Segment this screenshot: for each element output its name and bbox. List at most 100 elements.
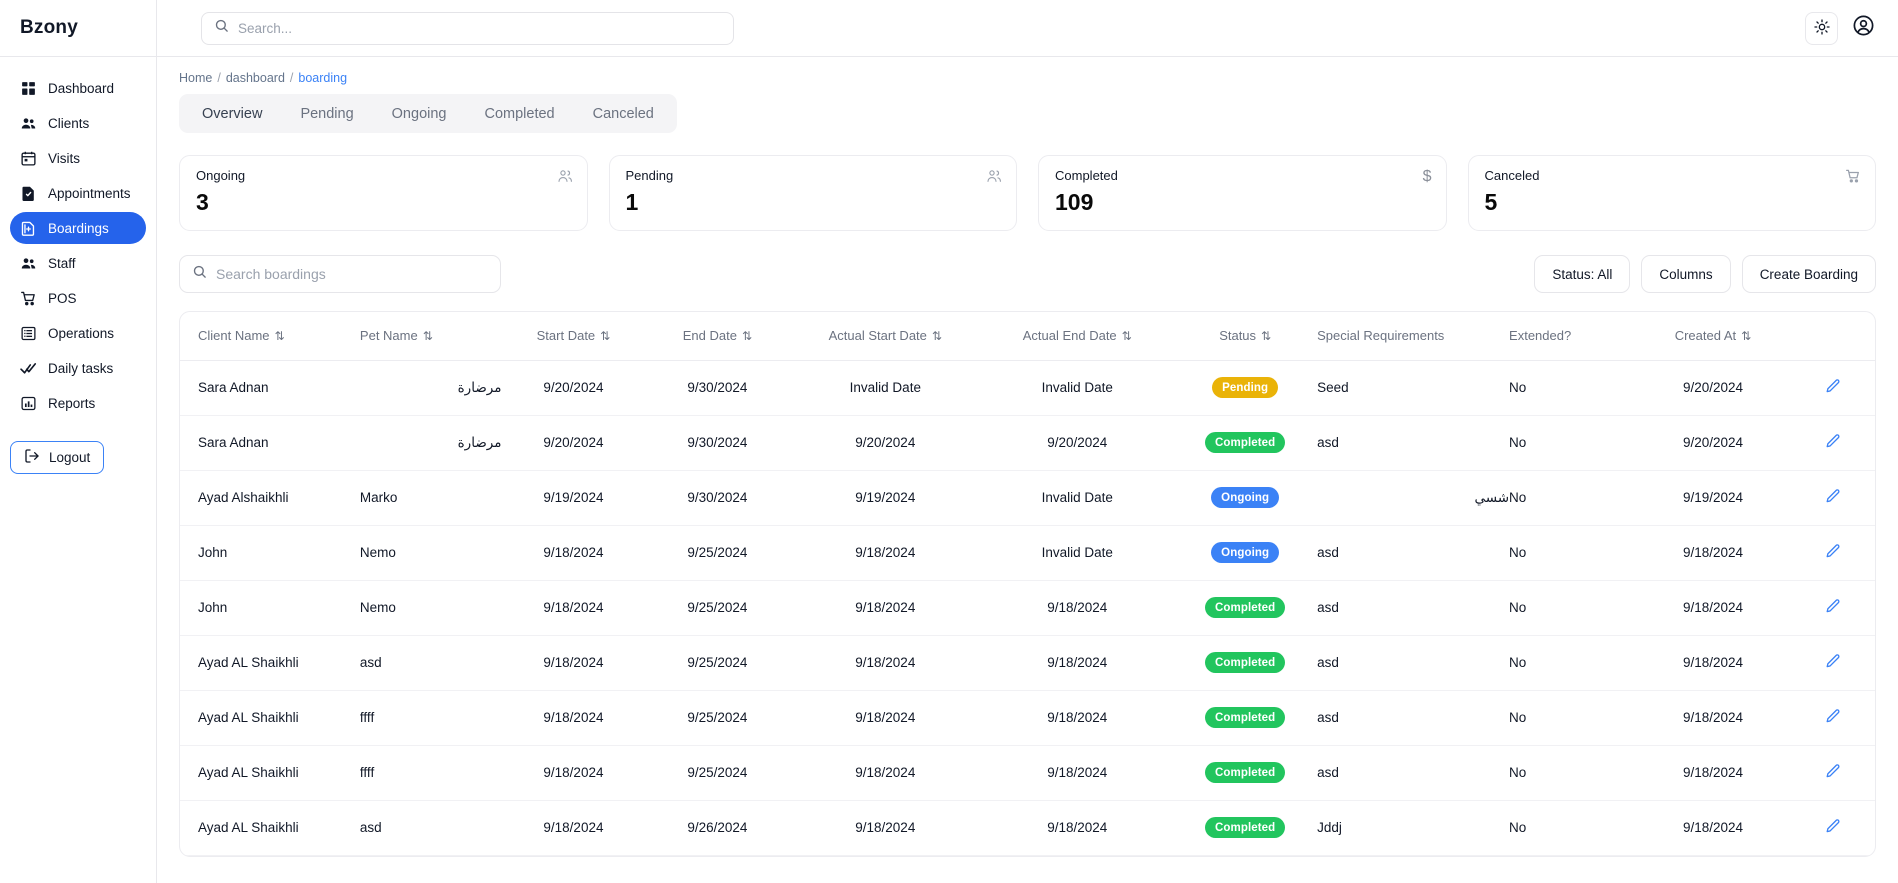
boardings-table: Client Name⇅Pet Name⇅Start Date⇅End Date… (180, 312, 1875, 856)
column-header-actual-start-date[interactable]: Actual Start Date⇅ (789, 312, 981, 360)
sidebar-item-appointments[interactable]: Appointments (10, 177, 146, 209)
sidebar-item-pos[interactable]: POS (10, 282, 146, 314)
column-header-label: Status (1219, 328, 1256, 343)
pencil-icon[interactable] (1825, 763, 1841, 779)
create-boarding-button[interactable]: Create Boarding (1742, 255, 1876, 293)
logout-button[interactable]: Logout (10, 441, 104, 474)
sidebar-item-visits[interactable]: Visits (10, 142, 146, 174)
breadcrumb-separator: / (217, 71, 220, 85)
sidebar-item-operations[interactable]: Operations (10, 317, 146, 349)
toolbar-buttons: Status: All Columns Create Boarding (1534, 255, 1876, 293)
breadcrumb-item-boarding[interactable]: boarding (298, 71, 347, 85)
columns-button[interactable]: Columns (1641, 255, 1730, 293)
cell-actions (1791, 635, 1875, 690)
global-search[interactable] (201, 12, 734, 45)
table-row[interactable]: JohnNemo9/18/20249/25/20249/18/2024Inval… (180, 525, 1875, 580)
global-search-input[interactable] (238, 21, 721, 36)
pencil-icon[interactable] (1825, 818, 1841, 834)
cell-actions (1791, 580, 1875, 635)
breadcrumb-item-home[interactable]: Home (179, 71, 212, 85)
cell-special-requirements: Seed (1317, 360, 1509, 415)
pencil-icon[interactable] (1825, 598, 1841, 614)
breadcrumb-separator: / (290, 71, 293, 85)
stat-card-title: Ongoing (196, 168, 571, 183)
cell-pet-name: Nemo (360, 525, 502, 580)
cell-created-at: 9/20/2024 (1635, 415, 1791, 470)
column-header-actual-end-date[interactable]: Actual End Date⇅ (981, 312, 1173, 360)
tab-canceled[interactable]: Canceled (576, 99, 671, 129)
cell-start-date: 9/18/2024 (501, 525, 645, 580)
column-header-client-name[interactable]: Client Name ⇅ (180, 312, 360, 360)
sort-toggle-icon[interactable]: ⇅ (275, 329, 285, 343)
tab-overview[interactable]: Overview (185, 99, 279, 129)
column-header-end-date[interactable]: End Date⇅ (645, 312, 789, 360)
sidebar-item-daily-tasks[interactable]: Daily tasks (10, 352, 146, 384)
tab-ongoing[interactable]: Ongoing (375, 99, 464, 129)
pencil-icon[interactable] (1825, 488, 1841, 504)
pencil-icon[interactable] (1825, 433, 1841, 449)
column-header-pet-name[interactable]: Pet Name⇅ (360, 312, 502, 360)
table-row[interactable]: JohnNemo9/18/20249/25/20249/18/20249/18/… (180, 580, 1875, 635)
stat-card-value: 109 (1055, 191, 1430, 214)
cell-extended: No (1509, 415, 1635, 470)
cell-status: Ongoing (1173, 470, 1317, 525)
sidebar-item-reports[interactable]: Reports (10, 387, 146, 419)
cell-created-at: 9/18/2024 (1635, 580, 1791, 635)
search-icon (192, 264, 207, 284)
column-header-status[interactable]: Status ⇅ (1173, 312, 1317, 360)
sort-toggle-icon[interactable]: ⇅ (1261, 329, 1271, 343)
cell-actions (1791, 470, 1875, 525)
breadcrumb-item-dashboard[interactable]: dashboard (226, 71, 285, 85)
theme-toggle-button[interactable] (1805, 12, 1838, 45)
status-badge: Completed (1205, 432, 1285, 453)
status-filter-button[interactable]: Status: All (1534, 255, 1630, 293)
boardings-table-container: Client Name⇅Pet Name⇅Start Date⇅End Date… (179, 311, 1876, 857)
account-button[interactable] (1850, 15, 1876, 41)
sort-toggle-icon[interactable]: ⇅ (1741, 329, 1751, 343)
boardings-search-input[interactable] (216, 266, 488, 282)
staff-icon (20, 255, 37, 272)
cell-client-name: Sara Adnan (180, 360, 360, 415)
table-row[interactable]: Ayad AL Shaikhliffff9/18/20249/25/20249/… (180, 745, 1875, 800)
sort-toggle-icon[interactable]: ⇅ (1122, 329, 1132, 343)
sort-toggle-icon[interactable]: ⇅ (742, 329, 752, 343)
tab-completed[interactable]: Completed (467, 99, 571, 129)
sidebar-item-staff[interactable]: Staff (10, 247, 146, 279)
pencil-icon[interactable] (1825, 653, 1841, 669)
status-badge: Completed (1205, 597, 1285, 618)
table-row[interactable]: Sara Adnanمرضارة9/20/20249/30/2024Invali… (180, 360, 1875, 415)
sort-toggle-icon[interactable]: ⇅ (932, 329, 942, 343)
pencil-icon[interactable] (1825, 543, 1841, 559)
sidebar-item-dashboard[interactable]: Dashboard (10, 72, 146, 104)
cell-extended: No (1509, 745, 1635, 800)
table-row[interactable]: Ayad AL Shaikhliasd9/18/20249/26/20249/1… (180, 800, 1875, 855)
cell-actual-end-date: Invalid Date (981, 470, 1173, 525)
cell-actions (1791, 360, 1875, 415)
cell-start-date: 9/18/2024 (501, 690, 645, 745)
cell-start-date: 9/18/2024 (501, 745, 645, 800)
cell-pet-name: Nemo (360, 580, 502, 635)
column-header-start-date[interactable]: Start Date ⇅ (501, 312, 645, 360)
table-row[interactable]: Ayad AlshaikhliMarko9/19/20249/30/20249/… (180, 470, 1875, 525)
table-row[interactable]: Sara Adnanمرضارة9/20/20249/30/20249/20/2… (180, 415, 1875, 470)
table-toolbar: Status: All Columns Create Boarding (179, 255, 1876, 293)
sidebar-item-boardings[interactable]: Boardings (10, 212, 146, 244)
sidebar-item-clients[interactable]: Clients (10, 107, 146, 139)
column-header-created-at[interactable]: Created At⇅ (1635, 312, 1791, 360)
appointments-icon (20, 185, 37, 202)
table-row[interactable]: Ayad AL Shaikhliffff9/18/20249/25/20249/… (180, 690, 1875, 745)
tab-pending[interactable]: Pending (283, 99, 370, 129)
cell-special-requirements: Jddj (1317, 800, 1509, 855)
cell-client-name: Ayad AL Shaikhli (180, 690, 360, 745)
column-header-label: Start Date (537, 328, 596, 343)
pencil-icon[interactable] (1825, 708, 1841, 724)
table-row[interactable]: Ayad AL Shaikhliasd9/18/20249/25/20249/1… (180, 635, 1875, 690)
status-badge: Completed (1205, 817, 1285, 838)
cell-end-date: 9/30/2024 (645, 415, 789, 470)
status-badge: Completed (1205, 652, 1285, 673)
boardings-search[interactable] (179, 255, 501, 293)
sort-toggle-icon[interactable]: ⇅ (423, 329, 433, 343)
sort-toggle-icon[interactable]: ⇅ (600, 329, 610, 343)
column-header-label: Client Name (198, 328, 270, 343)
pencil-icon[interactable] (1825, 378, 1841, 394)
